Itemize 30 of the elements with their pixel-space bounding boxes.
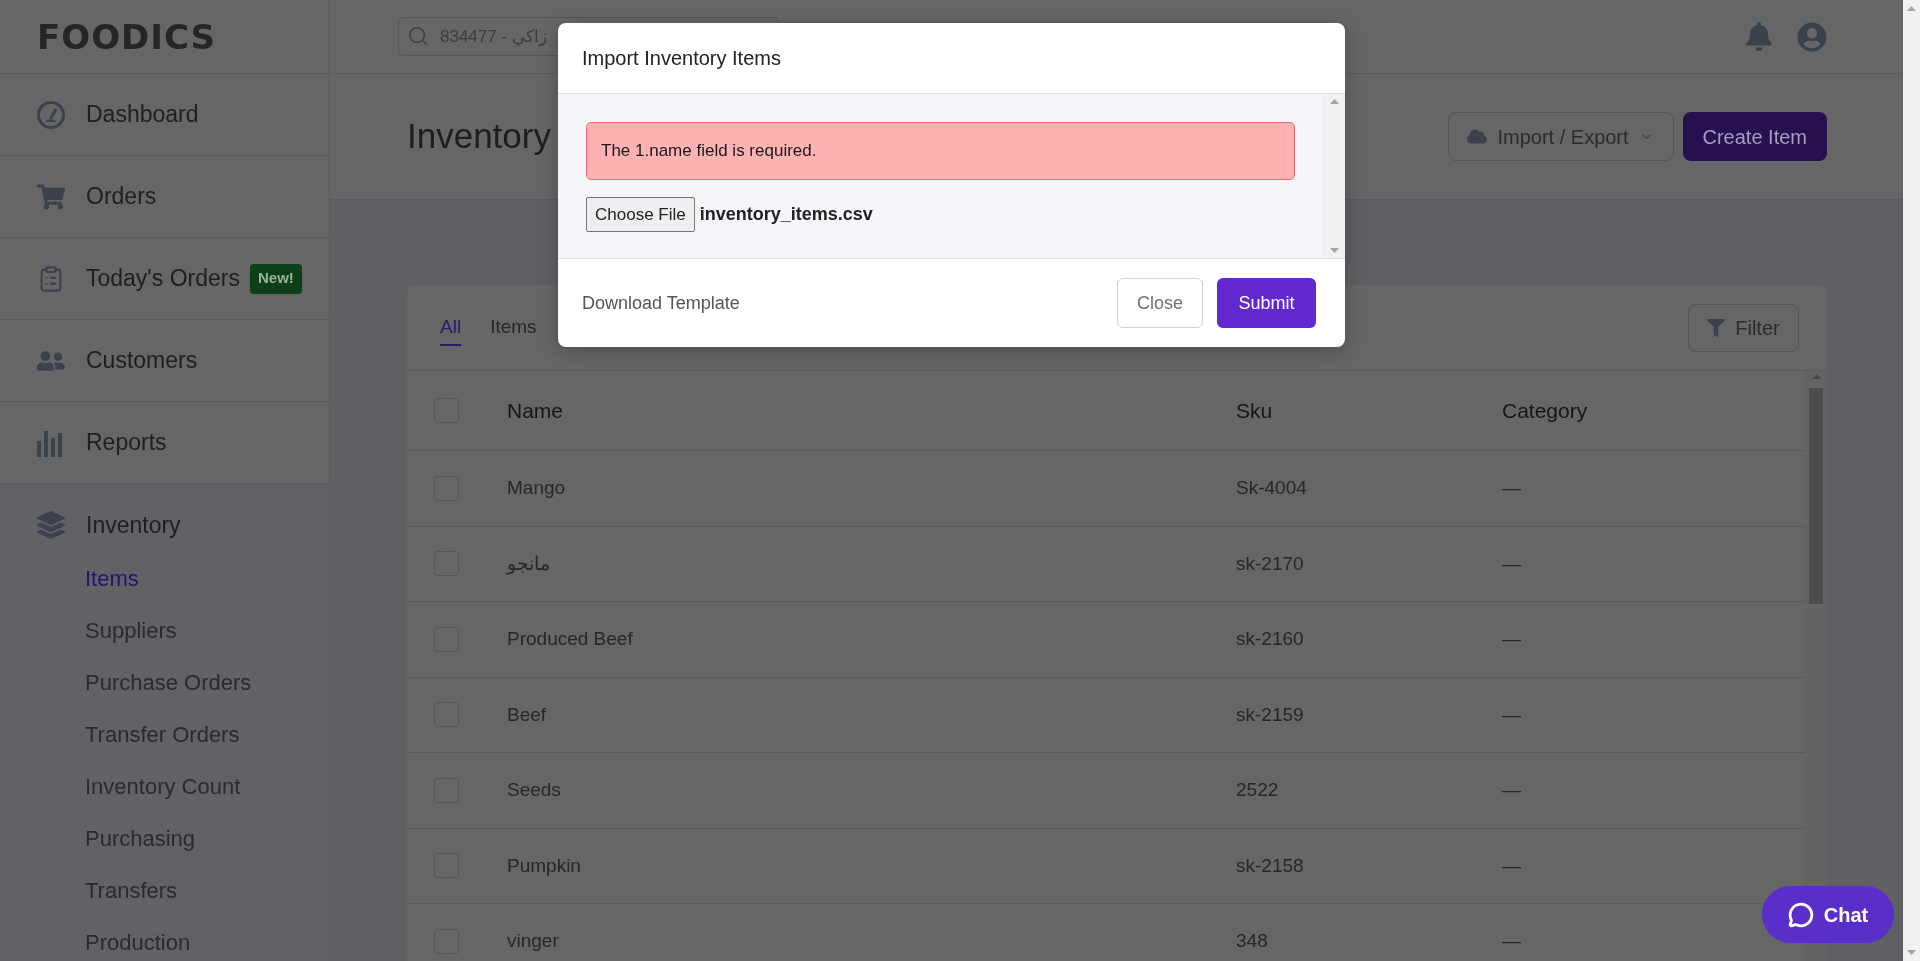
table-cell-text: Sk-4004 xyxy=(1236,476,1307,500)
table-cell-text: sk-2160 xyxy=(1236,627,1304,651)
file-name: inventory_items.csv xyxy=(699,203,873,226)
table-cell-text: Produced Beef xyxy=(507,627,633,651)
table-cell-text: Mango xyxy=(507,476,566,500)
dialog-title: Import Inventory Items xyxy=(582,46,781,71)
table-cell-text: Seeds xyxy=(507,778,561,802)
table-cell-text: مانجو xyxy=(507,551,550,577)
new-badge: New! xyxy=(249,263,302,294)
table-cell-text: sk-2159 xyxy=(1236,702,1304,727)
table-cell-text: Pumpkin xyxy=(507,853,581,878)
table-cell-text: — xyxy=(1502,476,1521,500)
logo: FOODICS xyxy=(37,19,216,54)
table-cell-text: vinger xyxy=(507,929,559,953)
table-cell-text: 348 xyxy=(1236,929,1268,953)
table-cell-text: — xyxy=(1502,929,1521,953)
table-cell-text: — xyxy=(1502,702,1521,727)
column-header: Category xyxy=(1502,397,1588,424)
table-cell-text: 2522 xyxy=(1236,778,1279,802)
table-cell-text: — xyxy=(1502,778,1521,802)
column-header: Name xyxy=(507,397,564,424)
table-cell-text: Beef xyxy=(507,702,547,727)
page-title: Inventory xyxy=(407,115,551,158)
table-cell-text: — xyxy=(1502,853,1521,878)
column-header: Sku xyxy=(1236,397,1273,424)
error-alert: The 1.name field is required. xyxy=(586,122,1295,180)
table-cell-text: sk-2170 xyxy=(1236,551,1304,576)
table-cell-text: sk-2158 xyxy=(1236,853,1304,878)
table-cell-text: — xyxy=(1502,627,1521,651)
table-cell-text: — xyxy=(1502,551,1521,576)
